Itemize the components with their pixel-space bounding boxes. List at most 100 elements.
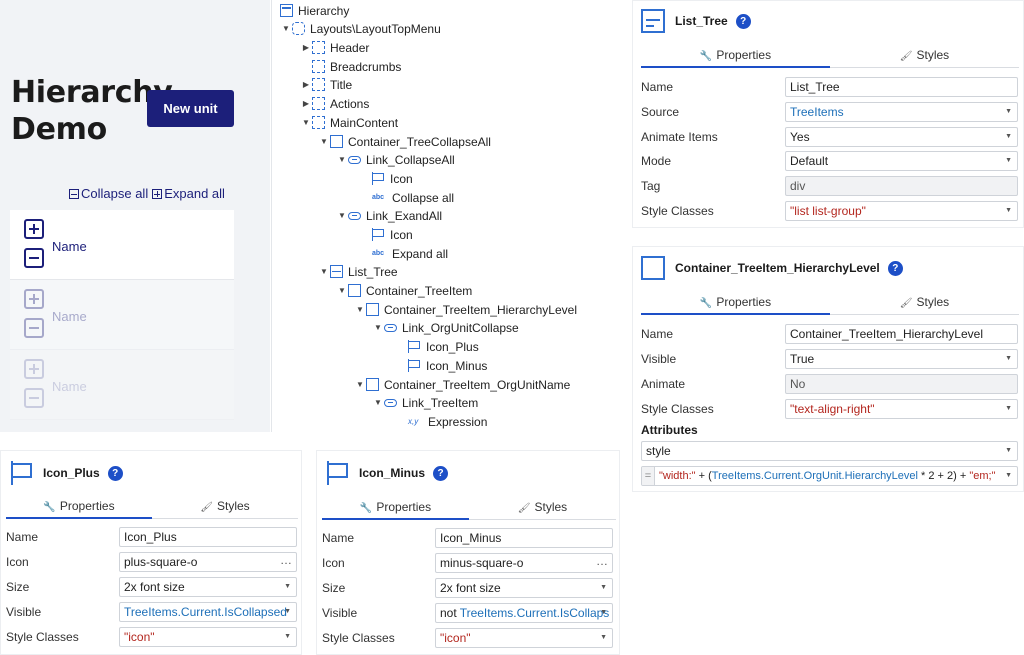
container-icon <box>330 135 343 148</box>
style-classes-field[interactable]: "icon" ▼ <box>119 627 297 647</box>
tree-node[interactable]: ▶ Title <box>300 75 352 94</box>
tree-node-root[interactable]: Hierarchy <box>280 1 349 20</box>
tree-node[interactable]: Icon <box>360 225 413 244</box>
tree-node[interactable]: Icon <box>360 169 413 188</box>
tab-styles[interactable]: 🖌 Styles <box>830 45 1019 67</box>
tree-node[interactable]: ▼ Link_TreeItem <box>372 393 478 412</box>
tree-node[interactable]: ▼ Link_CollapseAll <box>336 150 455 169</box>
tree-node[interactable]: ▶ Actions <box>300 94 369 113</box>
tree-node[interactable]: ▼ Layouts\LayoutTopMenu <box>280 19 441 38</box>
animate-items-select[interactable]: Yes ▼ <box>785 127 1018 147</box>
visible-expression-field[interactable]: not TreeItems.Current.IsCollaps ▼ <box>435 603 613 623</box>
property-label: Mode <box>641 154 672 168</box>
minus-square-icon[interactable] <box>24 248 44 268</box>
style-classes-field[interactable]: "icon" ▼ <box>435 628 613 648</box>
brush-icon: 🖌 <box>200 502 213 513</box>
help-icon[interactable]: ? <box>735 13 751 29</box>
tree-node[interactable]: abc Expand all <box>360 244 448 263</box>
attribute-expression-field[interactable]: = "width:" + ( TreeItems.Current.OrgUnit… <box>641 466 1018 486</box>
list-icon <box>330 265 343 278</box>
tree-item-name[interactable]: Name <box>52 239 87 254</box>
tab-properties[interactable]: 🔧 Properties <box>641 45 830 68</box>
plus-square-icon[interactable] <box>24 359 44 379</box>
tree-node[interactable]: ▼ Link_OrgUnitCollapse <box>372 318 519 337</box>
chevron-down-icon[interactable]: ▼ <box>318 267 330 276</box>
mode-select[interactable]: Default ▼ <box>785 151 1018 171</box>
name-field[interactable]: Icon_Plus <box>119 527 297 547</box>
chevron-right-icon[interactable]: ▶ <box>300 43 312 52</box>
tab-properties[interactable]: 🔧 Properties <box>6 496 152 519</box>
help-icon[interactable]: ? <box>887 260 903 276</box>
panel-header: List_Tree ? <box>641 9 751 33</box>
page-icon <box>280 4 293 17</box>
chevron-down-icon[interactable]: ▼ <box>336 155 348 164</box>
tree-node[interactable]: ▼ Container_TreeItem <box>336 281 472 300</box>
chevron-right-icon[interactable]: ▶ <box>300 80 312 89</box>
style-classes-field[interactable]: "list list-group" ▼ <box>785 201 1018 221</box>
chevron-down-icon: ▼ <box>1005 447 1012 454</box>
tree-node[interactable]: ▼ Link_ExandAll <box>336 206 442 225</box>
chevron-down-icon[interactable]: ▼ <box>372 398 384 407</box>
minus-square-icon[interactable] <box>24 388 44 408</box>
chevron-down-icon[interactable]: ▼ <box>280 24 292 33</box>
collapse-all-link[interactable]: Collapse all <box>69 186 148 201</box>
tab-styles[interactable]: 🖌 Styles <box>830 292 1019 314</box>
icon-picker-field[interactable]: plus-square-o… <box>119 552 297 572</box>
chevron-down-icon[interactable]: ▼ <box>336 211 348 220</box>
help-icon[interactable]: ? <box>107 465 123 481</box>
tree-item-name[interactable]: Name <box>52 309 87 324</box>
tree-node[interactable]: ▼ Container_TreeItem_OrgUnitName <box>354 375 570 394</box>
expand-all-link[interactable]: Expand all <box>152 186 225 201</box>
minus-square-icon[interactable] <box>24 318 44 338</box>
property-label: Name <box>641 80 674 94</box>
expression-icon: x,y <box>408 417 419 426</box>
more-icon[interactable]: … <box>280 553 292 567</box>
chevron-down-icon[interactable]: ▼ <box>336 286 348 295</box>
tab-properties[interactable]: 🔧 Properties <box>641 292 830 315</box>
tree-node[interactable]: Icon_Plus <box>396 337 479 356</box>
chevron-down-icon[interactable]: ▼ <box>354 305 366 314</box>
chevron-down-icon: ▼ <box>600 609 607 616</box>
tree-node[interactable]: ▼ Container_TreeCollapseAll <box>318 132 491 151</box>
tab-properties[interactable]: 🔧 Properties <box>322 497 469 520</box>
size-select[interactable]: 2x font size ▼ <box>119 577 297 597</box>
tab-styles[interactable]: 🖌 Styles <box>152 496 298 518</box>
icon-picker-field[interactable]: minus-square-o… <box>435 553 613 573</box>
chevron-right-icon[interactable]: ▶ <box>300 99 312 108</box>
more-icon[interactable]: … <box>596 554 608 568</box>
chevron-down-icon[interactable]: ▼ <box>372 323 384 332</box>
size-select[interactable]: 2x font size ▼ <box>435 578 613 598</box>
tab-styles[interactable]: 🖌 Styles <box>469 497 616 519</box>
property-label: Style Classes <box>322 631 395 645</box>
source-select[interactable]: TreeItems ▼ <box>785 102 1018 122</box>
tree-node[interactable]: Icon_Minus <box>396 356 487 375</box>
tree-node[interactable]: Breadcrumbs <box>300 57 401 76</box>
help-icon[interactable]: ? <box>433 465 449 481</box>
chevron-down-icon: ▼ <box>284 633 291 640</box>
chevron-down-icon[interactable]: ▼ <box>300 118 312 127</box>
list-item[interactable]: Name <box>10 210 234 280</box>
visible-expression-field[interactable]: TreeItems.Current.IsCollapsed ▼ <box>119 602 297 622</box>
list-item[interactable]: Name <box>10 350 234 420</box>
plus-square-icon[interactable] <box>24 289 44 309</box>
attribute-name-select[interactable]: style ▼ <box>641 441 1018 461</box>
tree-node[interactable]: abc Collapse all <box>360 188 454 207</box>
tree-node[interactable]: ▼ Container_TreeItem_HierarchyLevel <box>354 300 577 319</box>
tree-item-name[interactable]: Name <box>52 379 87 394</box>
list-item[interactable]: Name <box>10 280 234 350</box>
new-unit-button[interactable]: New unit <box>147 90 234 127</box>
style-classes-field[interactable]: "text-align-right" ▼ <box>785 399 1018 419</box>
tree-node[interactable]: ▶ Header <box>300 38 369 57</box>
name-field[interactable]: Container_TreeItem_HierarchyLevel <box>785 324 1018 344</box>
chevron-down-icon[interactable]: ▼ <box>354 380 366 389</box>
visible-select[interactable]: True ▼ <box>785 349 1018 369</box>
tree-node[interactable]: ▼ List_Tree <box>318 262 398 281</box>
plus-square-icon[interactable] <box>24 219 44 239</box>
name-field[interactable]: Icon_Minus <box>435 528 613 548</box>
tree-node[interactable]: ▼ MainContent <box>300 113 398 132</box>
tree-node[interactable]: x,y Expression <box>396 412 487 431</box>
placeholder-icon <box>312 78 325 91</box>
name-field[interactable]: List_Tree <box>785 77 1018 97</box>
link-icon <box>384 399 397 407</box>
chevron-down-icon[interactable]: ▼ <box>318 137 330 146</box>
